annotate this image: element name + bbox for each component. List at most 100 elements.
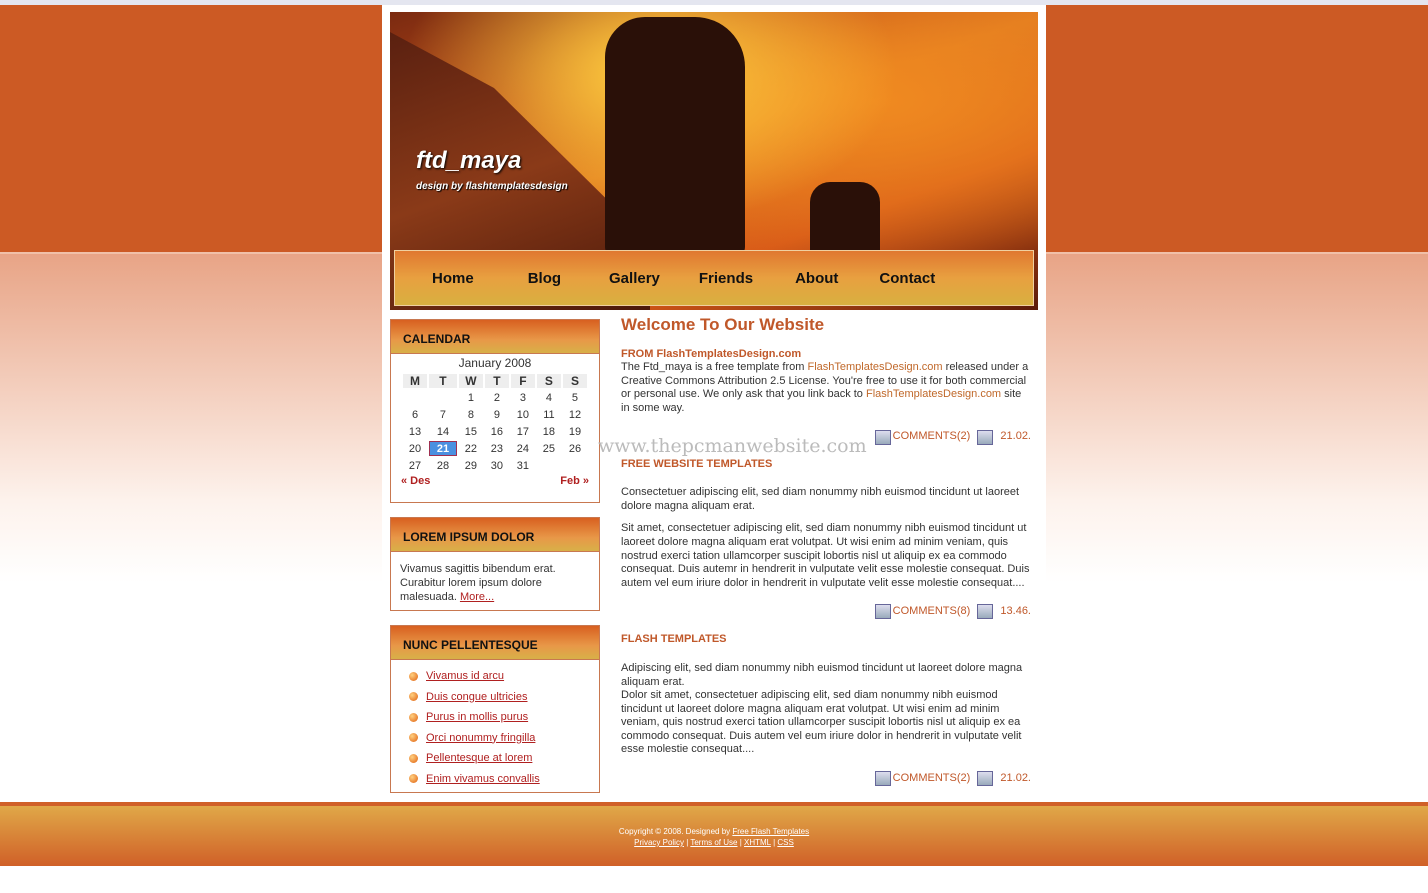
calendar-day[interactable]: 12: [563, 407, 587, 422]
calendar-next-link[interactable]: Feb »: [560, 475, 589, 487]
comment-icon: [874, 771, 891, 787]
calendar-day[interactable]: 27: [403, 458, 427, 473]
lorem-title: LOREM IPSUM DOLOR: [391, 518, 599, 552]
calendar-day: [403, 390, 427, 405]
calendar-day[interactable]: 13: [403, 424, 427, 439]
privacy-link[interactable]: Privacy Policy: [634, 838, 684, 847]
calendar-day[interactable]: 14: [429, 424, 457, 439]
calendar-day[interactable]: 20: [403, 441, 427, 456]
designer-link[interactable]: Free Flash Templates: [732, 827, 809, 836]
terms-link[interactable]: Terms of Use: [690, 838, 737, 847]
list-item: Enim vivamus convallis: [409, 769, 599, 790]
page-title: Welcome To Our Website: [621, 315, 825, 334]
calendar-day[interactable]: 22: [459, 441, 483, 456]
calendar-day[interactable]: 24: [511, 441, 535, 456]
text: The Ftd_maya is a free template from: [621, 361, 808, 374]
weekday-header: F: [510, 374, 535, 388]
list-link[interactable]: Vivamus id arcu: [426, 670, 504, 682]
ftd-link[interactable]: FlashTemplatesDesign.com: [866, 388, 1001, 400]
list-link[interactable]: Purus in mollis purus: [426, 711, 528, 723]
site-logo: ftd_maya: [416, 147, 522, 174]
calendar-day[interactable]: 28: [429, 458, 457, 473]
calendar-day[interactable]: 9: [485, 407, 509, 422]
calendar-day[interactable]: 7: [429, 407, 457, 422]
page-container: ftd_maya design by flashtemplatesdesign …: [382, 5, 1046, 802]
list-item: Orci nonummy fringilla: [409, 728, 599, 749]
post-text: Adipiscing elit, sed diam nonummy nibh e…: [621, 661, 1023, 688]
calendar-day[interactable]: 15: [459, 424, 483, 439]
calendar-day[interactable]: 6: [403, 407, 427, 422]
nunc-box: NUNC PELLENTESQUE Vivamus id arcu Duis co…: [390, 625, 600, 793]
post-subtitle: FROM FlashTemplatesDesign.com: [621, 347, 802, 360]
calendar-day[interactable]: 19: [563, 424, 587, 439]
weekday-header: T: [484, 374, 509, 388]
post-text: Consectetuer adipiscing elit, sed diam n…: [621, 486, 1020, 512]
moai-statue-image: [605, 17, 745, 257]
calendar-day[interactable]: 16: [485, 424, 509, 439]
calendar-day[interactable]: 2: [485, 390, 509, 405]
list-item: Vivamus id arcu: [409, 666, 599, 687]
more-link[interactable]: More...: [460, 591, 494, 603]
calendar-day[interactable]: 5: [563, 390, 587, 405]
bullet-icon: [409, 712, 418, 722]
header-banner: ftd_maya design by flashtemplatesdesign …: [390, 12, 1038, 310]
calendar-day[interactable]: 26: [563, 441, 587, 456]
calendar-day[interactable]: 10: [511, 407, 535, 422]
copyright: Copyright © 2008. Designed by: [618, 827, 733, 836]
css-link[interactable]: CSS: [777, 838, 793, 847]
list-item: Pellentesque at lorem: [409, 748, 599, 769]
nav-gallery[interactable]: Gallery: [609, 270, 660, 287]
calendar-day[interactable]: 25: [537, 441, 561, 456]
post-subtitle: FLASH TEMPLATES: [621, 633, 727, 646]
weekday-header: W: [458, 374, 483, 388]
calendar-icon: [977, 604, 994, 620]
list-link[interactable]: Pellentesque at lorem: [426, 752, 532, 764]
weekday-header: T: [429, 374, 457, 388]
list-link[interactable]: Enim vivamus convallis: [426, 773, 540, 785]
nav-blog[interactable]: Blog: [528, 270, 561, 287]
post-subtitle: FREE WEBSITE TEMPLATES: [621, 457, 773, 470]
weekday-header: S: [536, 374, 561, 388]
calendar-day[interactable]: 3: [511, 390, 535, 405]
calendar-day[interactable]: 18: [537, 424, 561, 439]
calendar-day: [563, 458, 587, 473]
xhtml-link[interactable]: XHTML: [744, 838, 771, 847]
post-text: Sit amet, consectetuer adipiscing elit, …: [621, 522, 1030, 589]
list-link[interactable]: Duis congue ultricies: [426, 691, 528, 703]
comments-link[interactable]: COMMENTS(8): [893, 605, 971, 619]
bullet-icon: [409, 692, 418, 702]
bullet-icon: [409, 774, 418, 784]
calendar-day[interactable]: 1: [459, 390, 483, 405]
calendar-day[interactable]: 30: [485, 458, 509, 473]
ftd-link[interactable]: FlashTemplatesDesign.com: [807, 361, 942, 373]
comment-icon: [874, 429, 891, 445]
list-link[interactable]: Orci nonummy fringilla: [426, 732, 535, 744]
calendar-day-today[interactable]: 21: [429, 441, 457, 456]
calendar-day: [429, 390, 457, 405]
footer: Copyright © 2008. Designed by Free Flash…: [0, 802, 1428, 866]
calendar-day[interactable]: 11: [537, 407, 561, 422]
comments-link[interactable]: COMMENTS(2): [893, 430, 971, 444]
calendar-day[interactable]: 4: [537, 390, 561, 405]
calendar-day[interactable]: 8: [459, 407, 483, 422]
calendar-day[interactable]: 23: [485, 441, 509, 456]
calendar-day[interactable]: 29: [459, 458, 483, 473]
comments-link[interactable]: COMMENTS(2): [893, 772, 971, 786]
watermark: www.thepcmanwebsite.com: [598, 435, 867, 457]
lorem-box: LOREM IPSUM DOLOR Vivamus sagittis biben…: [390, 517, 600, 611]
site-tagline: design by flashtemplatesdesign: [416, 181, 568, 192]
nav-home[interactable]: Home: [432, 270, 474, 287]
nav-contact[interactable]: Contact: [879, 270, 935, 287]
bullet-icon: [409, 753, 418, 763]
main-nav: Home Blog Gallery Friends About Contact: [394, 250, 1034, 306]
calendar-day[interactable]: 31: [511, 458, 535, 473]
post-text: Dolor sit amet, consectetuer adipiscing …: [621, 689, 1022, 756]
calendar-prev-link[interactable]: « Des: [401, 475, 430, 487]
calendar-day: [537, 458, 561, 473]
calendar-day[interactable]: 17: [511, 424, 535, 439]
nunc-list: Vivamus id arcu Duis congue ultricies Puru…: [391, 660, 599, 789]
post-date: 21.02.: [1000, 430, 1031, 443]
comment-icon: [874, 604, 891, 620]
nav-friends[interactable]: Friends: [699, 270, 753, 287]
nav-about[interactable]: About: [795, 270, 838, 287]
